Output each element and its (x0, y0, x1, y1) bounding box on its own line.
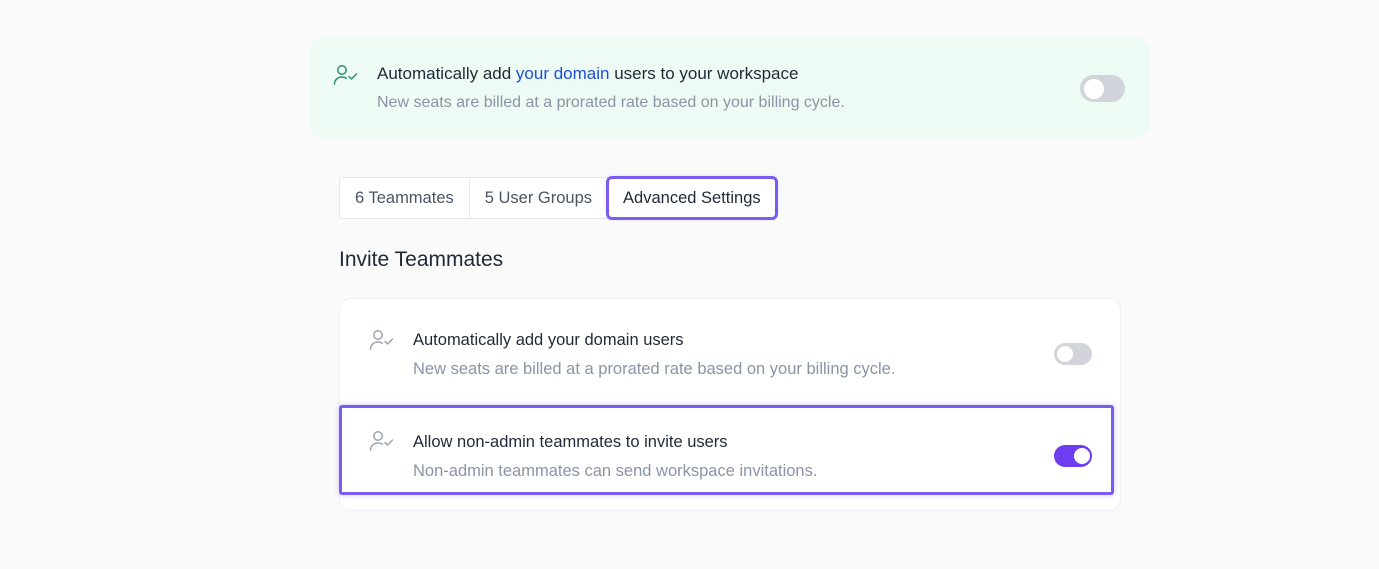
page: Automatically add your domain users to y… (0, 0, 1379, 569)
tab-bar: 6 Teammates 5 User Groups Advanced Setti… (339, 176, 778, 220)
domain-link[interactable]: your domain (516, 64, 610, 83)
setting-title: Automatically add your domain users (413, 331, 684, 349)
tab-teammates[interactable]: 6 Teammates (340, 178, 470, 218)
toggle-knob (1084, 78, 1104, 99)
banner-title-suffix: users to your workspace (609, 64, 799, 83)
user-check-icon (333, 65, 358, 85)
toggle-knob (1057, 346, 1073, 362)
banner-toggle[interactable] (1080, 75, 1125, 102)
user-check-icon (369, 431, 394, 451)
invite-settings-card: Automatically add your domain users New … (339, 298, 1121, 511)
toggle-knob (1074, 448, 1090, 464)
domain-users-toggle[interactable] (1054, 343, 1092, 365)
tab-advanced-settings[interactable]: Advanced Settings (606, 176, 778, 220)
domain-users-banner: Automatically add your domain users to y… (310, 38, 1150, 138)
banner-title: Automatically add your domain users to y… (377, 64, 798, 84)
tab-user-groups[interactable]: 5 User Groups (470, 178, 609, 218)
section-title: Invite Teammates (339, 248, 504, 271)
banner-title-prefix: Automatically add (377, 64, 516, 83)
setting-row-non-admin-invite: Allow non-admin teammates to invite user… (340, 402, 1122, 492)
non-admin-invite-toggle[interactable] (1054, 445, 1092, 467)
setting-title: Allow non-admin teammates to invite user… (413, 433, 728, 451)
setting-row-domain-users: Automatically add your domain users New … (340, 299, 1122, 389)
setting-description: New seats are billed at a prorated rate … (413, 360, 896, 378)
user-check-icon (369, 330, 394, 350)
banner-description: New seats are billed at a prorated rate … (377, 94, 845, 111)
setting-description: Non-admin teammates can send workspace i… (413, 462, 818, 480)
